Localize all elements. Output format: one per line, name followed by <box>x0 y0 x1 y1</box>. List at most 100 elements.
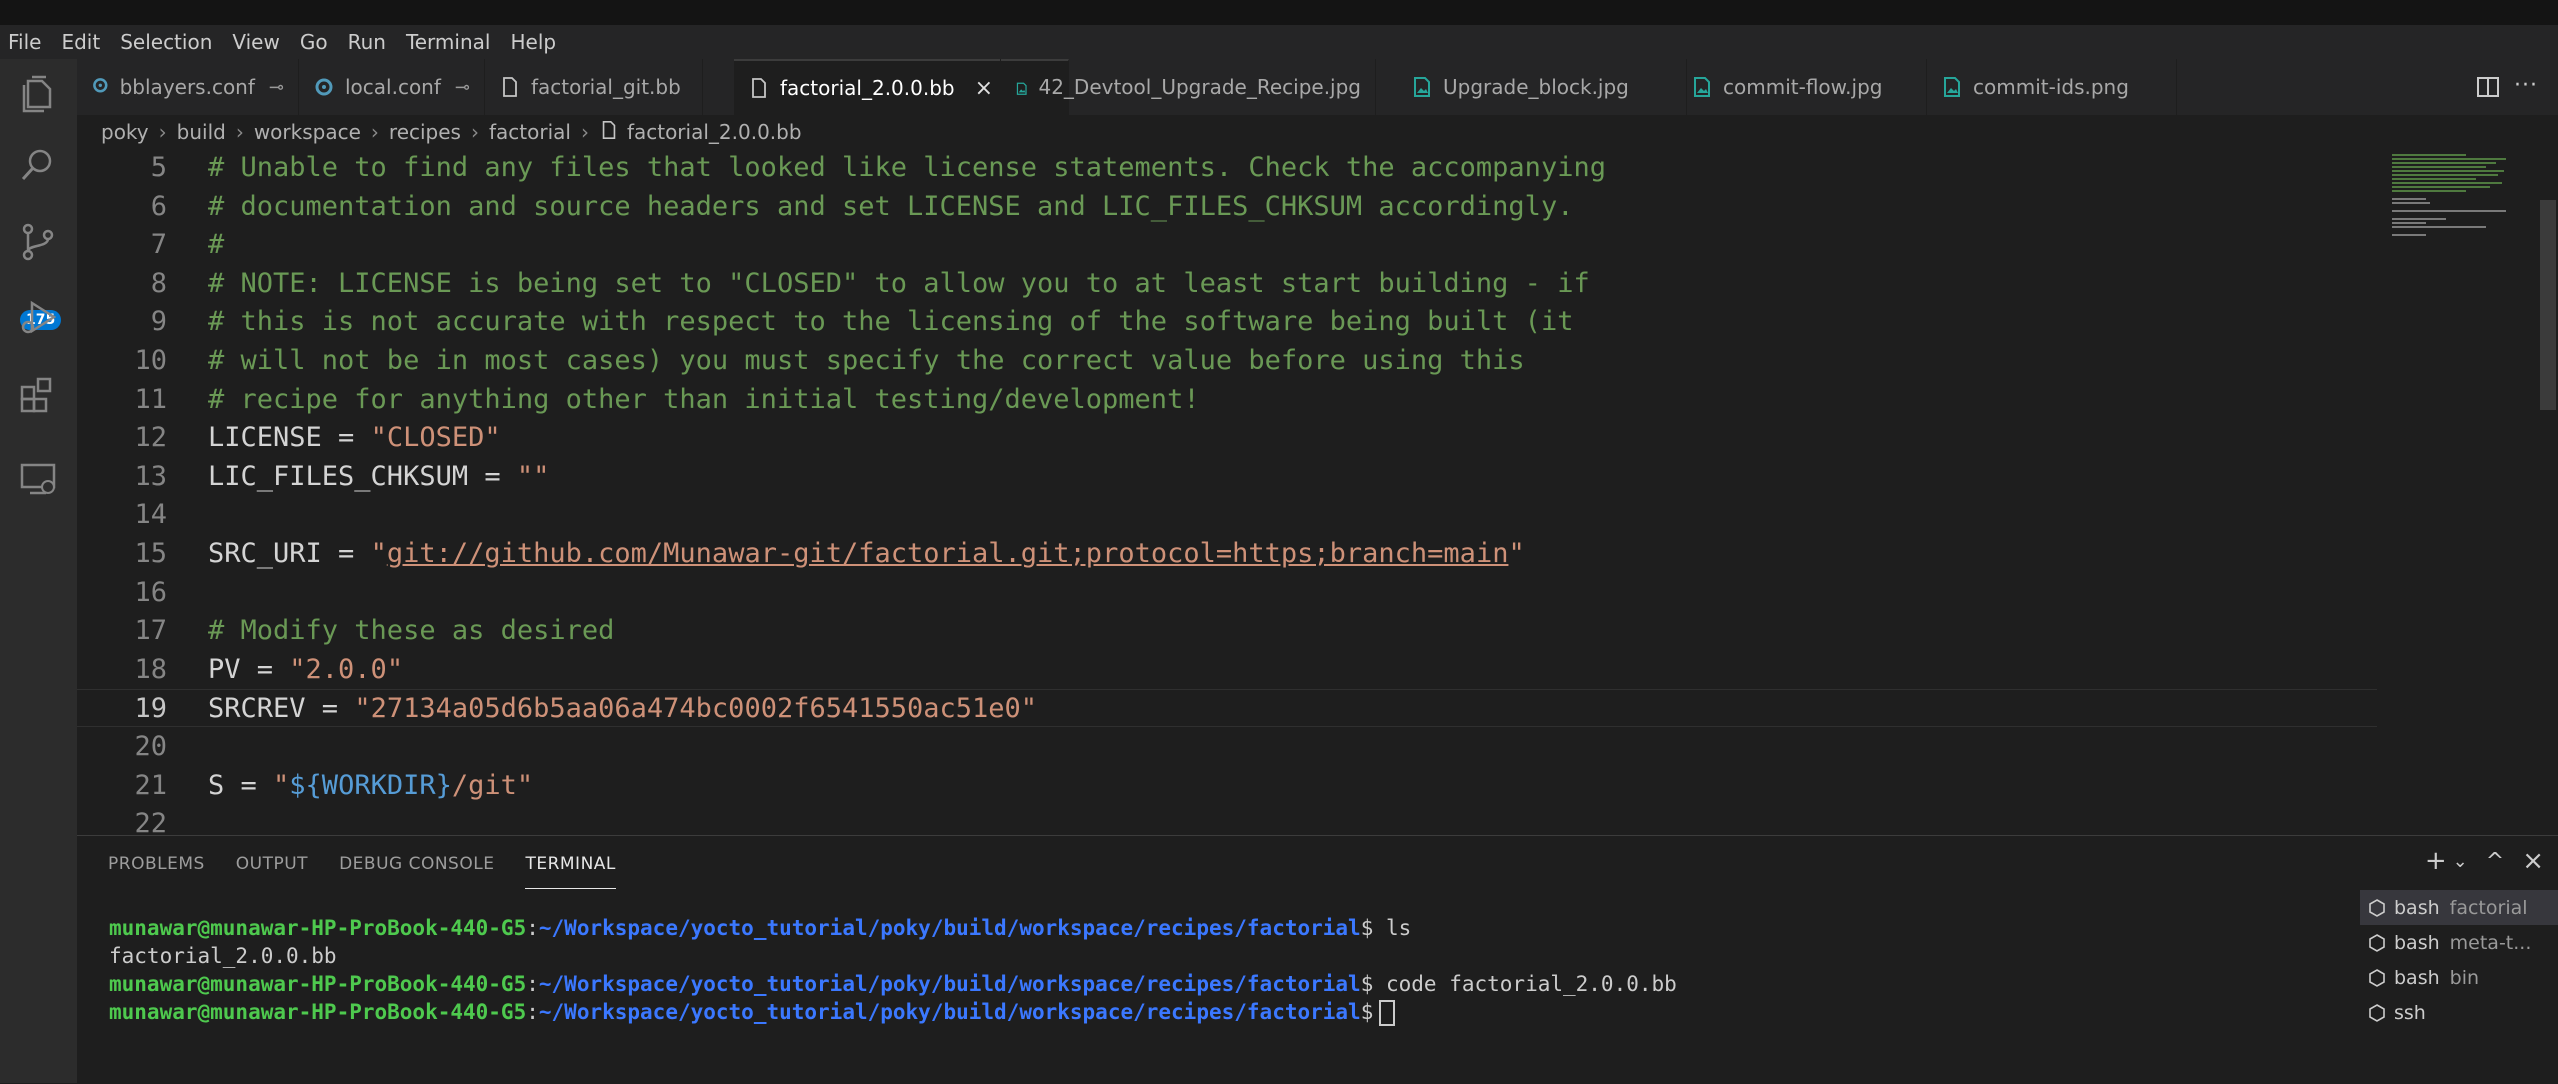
tab-42-devtool-upgrade-recipe[interactable]: 42_Devtool_Upgrade_Recipe.jpg <box>1000 59 1376 115</box>
code-token: # Modify these as desired <box>208 615 615 647</box>
tab-commit-ids[interactable]: commit-ids.png <box>1927 59 2177 115</box>
terminal-line: munawar@munawar-HP-ProBook-440-G5:~/Work… <box>109 998 1677 1026</box>
tab-debug-console[interactable]: DEBUG CONSOLE <box>339 840 494 888</box>
pin-icon[interactable]: ⊸ <box>269 77 284 98</box>
breadcrumb-item[interactable]: factorial_2.0.0.bb <box>627 120 802 144</box>
minimap[interactable] <box>2386 149 2546 269</box>
terminal-item-bash-factorial[interactable]: bash factorial <box>2360 890 2558 925</box>
code-line[interactable]: 10 # will not be in most cases) you must … <box>77 342 2377 380</box>
code-line[interactable]: 8 # NOTE: LICENSE is being set to "CLOSED… <box>77 265 2377 303</box>
panel-actions: + ⌄ ^ × <box>2407 846 2544 876</box>
tab-label: factorial_git.bb <box>531 75 681 99</box>
line-code: PV = "2.0.0" <box>208 651 403 689</box>
pin-icon[interactable]: ⊸ <box>455 77 470 98</box>
run-debug-icon[interactable] <box>16 295 60 339</box>
menu-help[interactable]: Help <box>500 30 566 54</box>
code-token: "CLOSED" <box>370 422 501 454</box>
code-line[interactable]: 11 # recipe for anything other than initi… <box>77 381 2377 419</box>
terminal-sep: : <box>526 972 539 996</box>
terminal-sub: bin <box>2449 966 2480 989</box>
search-icon[interactable] <box>16 143 60 187</box>
more-actions-icon[interactable]: ··· <box>2514 73 2538 98</box>
terminal-sep: : <box>526 916 539 940</box>
code-token: # NOTE: LICENSE is being set to "CLOSED"… <box>208 267 1590 299</box>
code-line[interactable]: 9 # this is not accurate with respect to … <box>77 303 2377 341</box>
new-terminal-icon[interactable]: + <box>2425 846 2447 876</box>
menu-go[interactable]: Go <box>290 30 338 54</box>
code-line[interactable]: 14 <box>77 496 2377 534</box>
tab-bblayers-conf[interactable]: bblayers.conf ⊸ <box>77 59 299 115</box>
terminal-line: munawar@munawar-HP-ProBook-440-G5:~/Work… <box>109 970 1677 998</box>
breadcrumb-item[interactable]: workspace <box>254 120 361 144</box>
tab-factorial-git-bb[interactable]: factorial_git.bb <box>485 59 703 115</box>
code-line[interactable]: 7 # <box>77 226 2377 264</box>
menu-terminal[interactable]: Terminal <box>396 30 501 54</box>
code-line[interactable]: 21 S = "${WORKDIR}/git" <box>77 767 2377 805</box>
tab-output[interactable]: OUTPUT <box>236 840 308 888</box>
chevron-right-icon: › <box>470 120 479 144</box>
maximize-panel-icon[interactable]: ^ <box>2486 849 2504 874</box>
tab-label: bblayers.conf <box>119 75 255 99</box>
menu-edit[interactable]: Edit <box>51 30 110 54</box>
code-token: # this is not accurate with respect to t… <box>208 306 1574 338</box>
code-line[interactable]: 13 LIC_FILES_CHKSUM = "" <box>77 458 2377 496</box>
terminal-sub: factorial <box>2449 896 2528 919</box>
tab-problems[interactable]: PROBLEMS <box>108 840 205 888</box>
chevron-down-icon[interactable]: ⌄ <box>2453 851 2468 872</box>
code-line[interactable]: 17 # Modify these as desired <box>77 612 2377 650</box>
terminal-sep: : <box>526 1000 539 1024</box>
code-line[interactable]: 5 # Unable to find any files that looked … <box>77 149 2377 187</box>
menu-file[interactable]: File <box>0 30 51 54</box>
terminal-output[interactable]: munawar@munawar-HP-ProBook-440-G5:~/Work… <box>109 914 1677 1026</box>
split-editor-icon[interactable] <box>2476 75 2500 99</box>
menu-selection[interactable]: Selection <box>110 30 222 54</box>
line-number: 9 <box>150 306 167 338</box>
close-panel-icon[interactable]: × <box>2522 846 2544 876</box>
terminal-item-ssh[interactable]: ssh <box>2360 995 2558 1030</box>
code-line[interactable]: 18 PV = "2.0.0" <box>77 651 2377 689</box>
terminal-prompt: $ <box>1360 916 1374 940</box>
breadcrumb-item[interactable]: poky <box>101 120 149 144</box>
code-token: # documentation and source headers and s… <box>208 190 1574 222</box>
line-number: 15 <box>134 538 167 569</box>
breadcrumb-item[interactable]: recipes <box>389 120 461 144</box>
code-line[interactable]: 6 # documentation and source headers and … <box>77 188 2377 226</box>
code-line[interactable]: 15 SRC_URI = "git://github.com/Munawar-gi… <box>77 535 2377 573</box>
line-code: LIC_FILES_CHKSUM = "" <box>208 458 549 496</box>
terminal-cursor <box>1379 1000 1396 1026</box>
remote-explorer-icon[interactable] <box>16 457 60 501</box>
breadcrumb-item[interactable]: build <box>177 120 226 144</box>
close-icon[interactable]: × <box>975 76 993 101</box>
tab-label: commit-ids.png <box>1973 75 2129 99</box>
terminal-item-bash-bin[interactable]: bash bin <box>2360 960 2558 995</box>
code-token: " <box>273 769 290 801</box>
code-line[interactable]: 19 SRCREV = "27134a05d6b5aa06a474bc0002f6… <box>77 689 2377 728</box>
line-number: 22 <box>134 808 167 835</box>
chevron-right-icon: › <box>235 120 244 144</box>
line-code: LICENSE = "CLOSED" <box>208 419 501 457</box>
code-line[interactable]: 22 <box>77 805 2377 835</box>
tab-terminal[interactable]: TERMINAL <box>525 840 616 889</box>
line-code: # NOTE: LICENSE is being set to "CLOSED"… <box>208 265 1590 303</box>
image-icon <box>1941 76 1963 98</box>
code-editor[interactable]: 5 # Unable to find any files that looked … <box>77 149 2377 835</box>
code-line[interactable]: 20 <box>77 728 2377 766</box>
extensions-icon[interactable] <box>16 373 60 417</box>
source-control-icon[interactable] <box>16 221 60 265</box>
menu-view[interactable]: View <box>222 30 289 54</box>
code-token: "27134a05d6b5aa06a474bc0002f6541550ac51e… <box>354 693 1038 725</box>
tab-upgrade-block[interactable]: Upgrade_block.jpg <box>1397 59 1687 115</box>
terminal-icon <box>2369 1003 2385 1022</box>
tab-commit-flow[interactable]: commit-flow.jpg <box>1677 59 1927 115</box>
code-line[interactable]: 12 LICENSE = "CLOSED" <box>77 419 2377 457</box>
breadcrumb-item[interactable]: factorial <box>489 120 571 144</box>
editor-scrollbar[interactable] <box>2540 200 2556 410</box>
terminal-item-bash-meta[interactable]: bash meta-t... <box>2360 925 2558 960</box>
code-token: ${WORKDIR} <box>289 769 452 801</box>
terminal-path: ~/Workspace/yocto_tutorial/poky/build/wo… <box>538 1000 1361 1024</box>
code-token: S = <box>208 769 274 801</box>
code-line[interactable]: 16 <box>77 574 2377 612</box>
tab-local-conf[interactable]: local.conf ⊸ <box>299 59 485 115</box>
menu-run[interactable]: Run <box>338 30 396 54</box>
explorer-icon[interactable] <box>16 73 60 117</box>
